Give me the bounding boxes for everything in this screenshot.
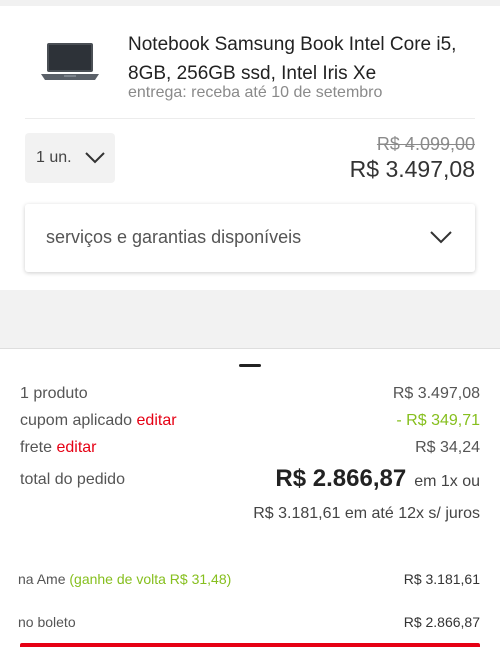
summary-row-shipping: frete editar R$ 34,24 <box>20 439 480 457</box>
product-name[interactable]: Notebook Samsung Book Intel Core i5, 8GB… <box>128 30 478 88</box>
ame-value: R$ 3.181,61 <box>403 571 480 587</box>
checkout-button-edge[interactable] <box>20 643 480 647</box>
products-label: 1 produto <box>20 385 88 402</box>
products-value: R$ 3.497,08 <box>392 385 480 402</box>
shipping-value: R$ 34,24 <box>415 439 480 456</box>
total-line: R$ 2.866,87 em 1x ou <box>275 465 480 493</box>
payment-row-boleto[interactable]: no boleto R$ 2.866,87 <box>18 614 480 630</box>
boleto-value: R$ 2.866,87 <box>403 614 480 630</box>
delivery-estimate: entrega: receba até 10 de setembro <box>128 84 383 101</box>
services-dropdown[interactable]: serviços e garantias disponíveis <box>25 204 475 272</box>
coupon-label: cupom aplicado <box>20 412 133 429</box>
total-label: total do pedido <box>20 471 125 488</box>
quantity-selector[interactable]: 1 un. <box>25 133 115 183</box>
chevron-down-icon <box>430 231 452 244</box>
installments-text: R$ 3.181,61 em até 12x s/ juros <box>253 505 480 522</box>
coupon-value: - R$ 349,71 <box>396 412 480 429</box>
total-installment-text: em 1x ou <box>414 473 480 490</box>
payment-row-ame[interactable]: na Ame (ganhe de volta R$ 31,48) R$ 3.18… <box>18 571 480 587</box>
total-value: R$ 2.866,87 <box>275 465 407 492</box>
quantity-value: 1 un. <box>36 149 72 166</box>
services-label: serviços e garantias disponíveis <box>46 227 302 247</box>
chevron-down-icon <box>84 152 105 164</box>
shipping-label: frete <box>20 439 53 456</box>
product-thumbnail[interactable] <box>40 40 100 86</box>
section-gap <box>0 290 500 348</box>
shipping-edit-link[interactable]: editar <box>56 439 96 456</box>
coupon-edit-link[interactable]: editar <box>137 412 177 429</box>
summary-row-coupon: cupom aplicado editar - R$ 349,71 <box>20 412 480 430</box>
ame-label: na Ame <box>18 571 66 587</box>
sheet-drag-handle[interactable] <box>239 364 261 367</box>
boleto-label: no boleto <box>18 614 76 630</box>
order-summary-sheet: 1 produto R$ 3.497,08 cupom aplicado edi… <box>0 348 500 647</box>
divider <box>25 118 475 119</box>
product-card: Notebook Samsung Book Intel Core i5, 8GB… <box>0 6 500 290</box>
summary-row-products: 1 produto R$ 3.497,08 <box>20 385 480 403</box>
ame-cashback: (ganhe de volta R$ 31,48) <box>69 571 232 587</box>
old-price: R$ 4.099,00 <box>376 134 475 154</box>
current-price: R$ 3.497,08 <box>349 156 475 182</box>
